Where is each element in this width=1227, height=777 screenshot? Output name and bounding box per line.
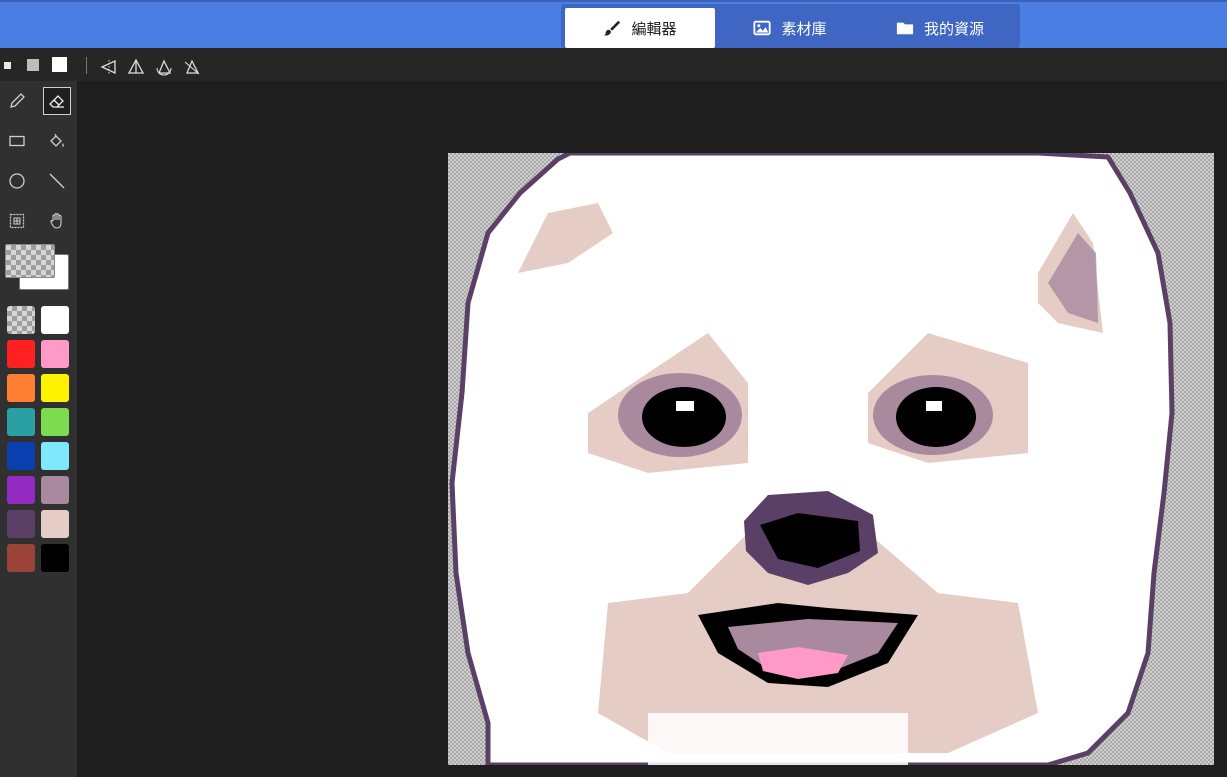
palette-swatch-15[interactable]: [41, 544, 69, 572]
line-tool[interactable]: [43, 167, 71, 195]
drawing-canvas[interactable]: [448, 153, 1214, 765]
primary-color[interactable]: [5, 244, 55, 278]
left-eye: [642, 387, 726, 447]
tab-group: 編輯器 素材庫 我的資源: [561, 4, 1020, 48]
palette-swatch-5[interactable]: [41, 374, 69, 402]
line-icon: [49, 173, 65, 189]
palette-swatch-13[interactable]: [41, 510, 69, 538]
fill-bucket-icon: [50, 133, 64, 147]
brush-size-small[interactable]: [4, 62, 11, 69]
top-bar: 編輯器 素材庫 我的資源: [0, 0, 1227, 48]
tab-my-resources-label: 我的資源: [923, 19, 984, 38]
palette-swatch-10[interactable]: [7, 476, 35, 504]
pencil-icon: [10, 93, 25, 108]
circle-icon: [9, 173, 25, 189]
brush-size-large[interactable]: [52, 57, 67, 72]
rectangle-icon: [9, 135, 25, 147]
palette-swatch-9[interactable]: [41, 442, 69, 470]
symmetry-diagonal-icon[interactable]: [183, 58, 201, 76]
tab-editor-label: 編輯器: [631, 19, 677, 38]
palette-swatch-1[interactable]: [41, 306, 69, 334]
chin-fur: [648, 713, 908, 765]
image-icon: [753, 20, 772, 36]
selection-tool[interactable]: [3, 207, 31, 235]
palette-swatch-6[interactable]: [7, 408, 35, 436]
toolbar-divider: [86, 57, 87, 74]
symmetry-vertical-icon[interactable]: [100, 58, 118, 76]
tab-editor[interactable]: 編輯器: [565, 8, 715, 48]
eraser-icon: [49, 95, 64, 108]
folder-icon: [896, 22, 914, 35]
left-eye-highlight: [676, 401, 694, 411]
brush-icon: [604, 20, 621, 36]
palette-swatch-8[interactable]: [7, 442, 35, 470]
rectangle-tool[interactable]: [3, 127, 31, 155]
palette-swatch-7[interactable]: [41, 408, 69, 436]
circle-tool[interactable]: [3, 167, 31, 195]
symmetry-rotate-icon[interactable]: [155, 58, 173, 76]
fill-tool[interactable]: [43, 127, 71, 155]
palette-swatch-2[interactable]: [7, 340, 35, 368]
symmetry-horizontal-icon[interactable]: [127, 58, 145, 76]
right-eye-highlight: [926, 401, 942, 411]
eraser-tool[interactable]: [43, 87, 71, 115]
palette-swatch-11[interactable]: [41, 476, 69, 504]
palette-swatch-4[interactable]: [7, 374, 35, 402]
brush-size-medium[interactable]: [27, 59, 39, 71]
palette-swatch-14[interactable]: [7, 544, 35, 572]
tab-assets[interactable]: 素材庫: [715, 8, 865, 48]
selection-icon: [9, 213, 25, 229]
pencil-tool[interactable]: [3, 87, 31, 115]
palette-swatch-3[interactable]: [41, 340, 69, 368]
right-eye: [896, 387, 976, 447]
palette-swatch-12[interactable]: [7, 510, 35, 538]
palette-swatch-0[interactable]: [7, 306, 35, 334]
hand-tool[interactable]: [43, 207, 71, 235]
tab-my-resources[interactable]: 我的資源: [865, 8, 1015, 48]
pixel-art-dog: [449, 153, 1175, 765]
tab-assets-label: 素材庫: [781, 19, 827, 38]
hand-icon: [50, 212, 62, 229]
